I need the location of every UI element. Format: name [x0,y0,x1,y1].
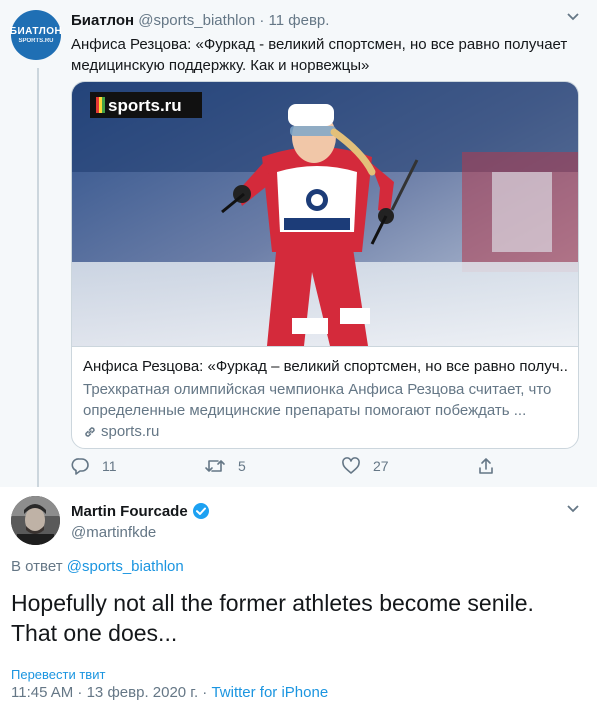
parent-tweet[interactable]: БИАТЛОН SPORTS.RU Биатлон @sports_biathl… [0,0,597,487]
reply-icon [71,458,89,475]
reply-to-handle[interactable]: @sports_biathlon [67,558,184,575]
card-title[interactable]: Анфиса Резцова: «Фуркад – великий спортс… [83,357,567,377]
author-name[interactable]: Биатлон [71,12,134,29]
tweet-actions: 11 5 27 [71,457,511,477]
tweet-text: Анфиса Резцова: «Фуркад - великий спортс… [71,36,568,74]
retweet-icon [205,460,225,472]
link-card[interactable]: sports.ru Анфиса Резцова: «Фуркад – вели… [71,81,579,449]
reply-author-handle[interactable]: @martinfkde [71,524,156,541]
avatar-text-main: БИАТЛОН [9,25,63,37]
heart-icon [342,457,360,474]
share-button[interactable] [477,457,507,475]
verified-badge-icon [192,503,209,519]
reply-tweet-time[interactable]: 11:45 AM · 13 февр. 2020 г. · [11,684,211,701]
retweet-count: 5 [238,458,246,474]
thread-line [37,68,39,487]
reply-tweet-source[interactable]: Twitter for iPhone [211,684,328,701]
card-image: sports.ru [72,82,578,346]
reply-author-name-row[interactable]: Martin Fourcade [71,502,210,520]
avatar-photo [11,496,60,545]
reply-tweet-meta: 11:45 AM · 13 февр. 2020 г. · Twitter fo… [11,684,328,701]
translate-tweet-link[interactable]: Перевести твит [11,667,105,682]
chevron-down-icon[interactable] [566,504,580,514]
reply-author-avatar[interactable] [11,496,60,545]
chevron-down-icon[interactable] [566,12,580,22]
author-handle[interactable]: @sports_biathlon [138,12,255,29]
tweet-header: Биатлон @sports_biathlon · 11 февр. [71,12,329,29]
tweet-date[interactable]: 11 февр. [269,12,330,29]
card-domain-text: sports.ru [101,423,160,440]
share-icon [479,458,493,474]
card-watermark: sports.ru [108,96,182,115]
biathlete-photo: sports.ru [72,82,578,346]
card-body[interactable]: Анфиса Резцова: «Фуркад – великий спортс… [72,346,578,448]
reply-count: 11 [102,458,117,474]
header-separator: · [255,12,269,29]
reply-button[interactable]: 11 [71,457,117,475]
reply-tweet-text: Hopefully not all the former athletes be… [11,590,534,646]
author-avatar[interactable]: БИАТЛОН SPORTS.RU [9,10,63,60]
reply-author-name[interactable]: Martin Fourcade [71,503,188,520]
reply-to-line: В ответ @sports_biathlon [11,558,184,575]
card-description: Трехкратная олимпийская чемпионка Анфиса… [83,381,552,419]
link-icon [85,426,95,437]
like-button[interactable]: 27 [341,457,389,475]
card-domain[interactable]: sports.ru [83,423,159,440]
avatar-text-sub: SPORTS.RU [18,37,54,44]
retweet-button[interactable]: 5 [204,457,246,475]
like-count: 27 [373,458,389,474]
reply-to-prefix: В ответ [11,558,63,575]
